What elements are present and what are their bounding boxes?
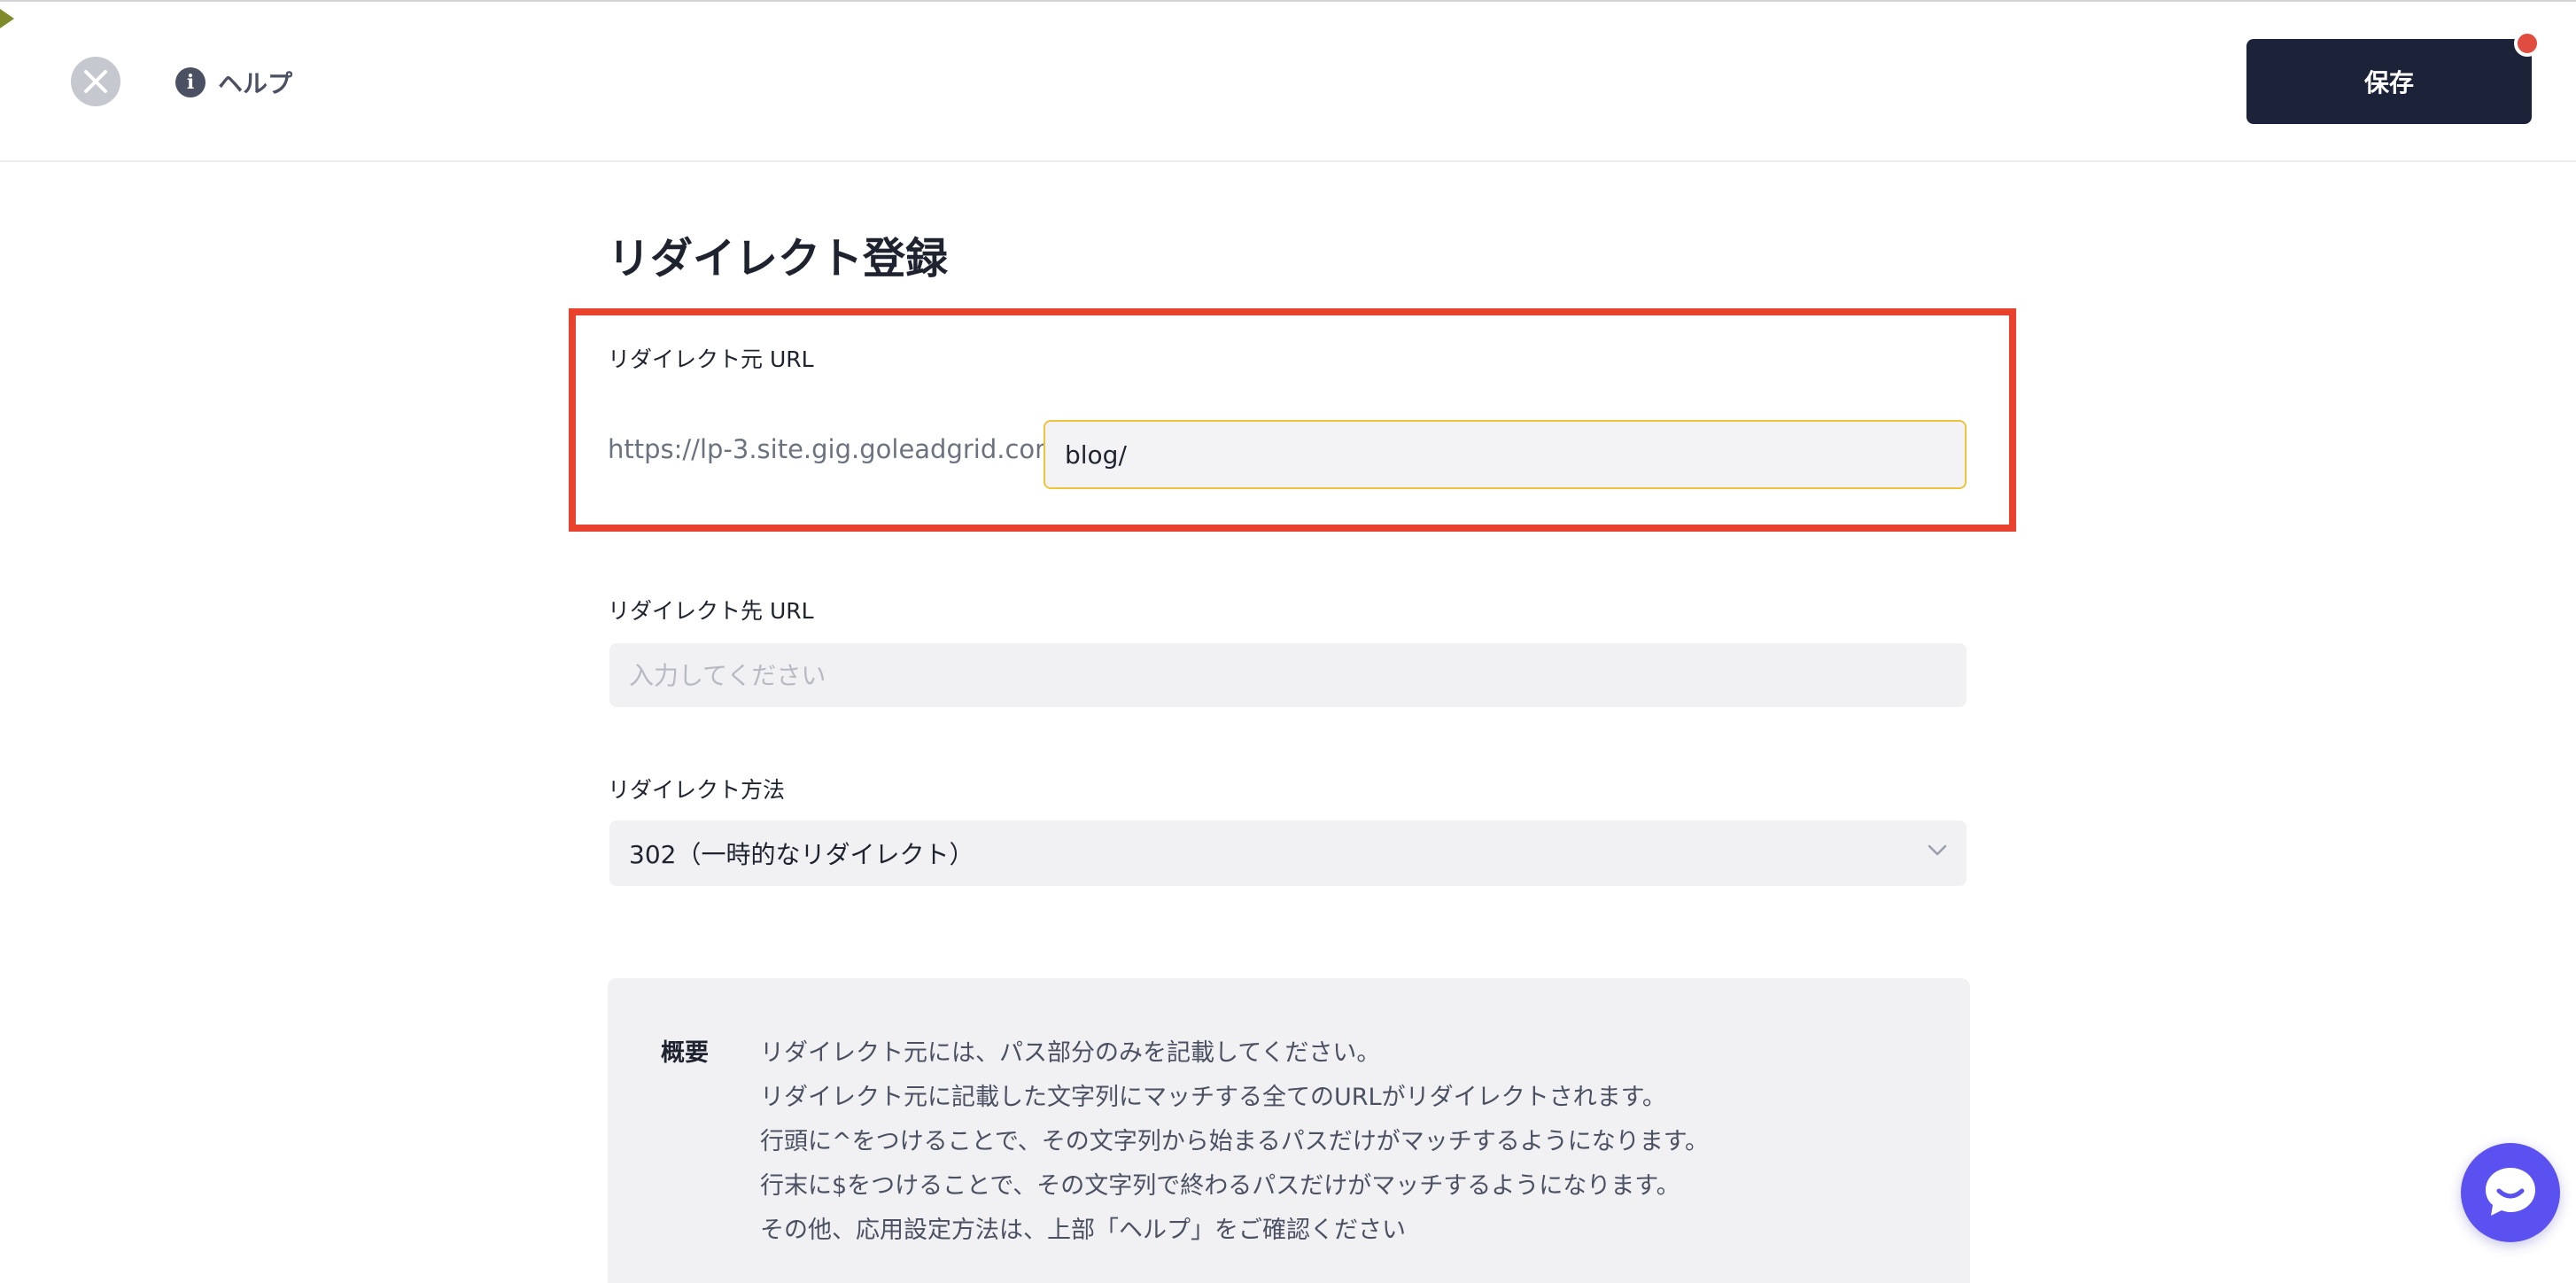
summary-line: 行頭に^をつけることで、その文字列から始まるパスだけがマッチするようになります。	[760, 1128, 1710, 1155]
notification-dot	[2514, 30, 2541, 57]
source-url-prefix: https://lp-3.site.gig.goleadgrid.com/	[608, 434, 1069, 464]
help-link[interactable]: i ヘルプ	[175, 62, 292, 103]
info-icon: i	[175, 67, 206, 97]
destination-url-input[interactable]	[609, 643, 1967, 707]
summary-line: リダイレクト元には、パス部分のみを記載してください。	[760, 1039, 1381, 1067]
summary-text: リダイレクト元には、パス部分のみを記載してください。 リダイレクト元に記載した文…	[760, 1031, 1947, 1253]
close-icon	[84, 70, 107, 93]
summary-line: その他、応用設定方法は、上部「ヘルプ」をご確認ください	[760, 1217, 1406, 1244]
corner-arrow-icon	[0, 9, 14, 28]
chevron-down-icon	[1928, 844, 1947, 856]
save-button[interactable]: 保存	[2246, 39, 2532, 124]
redirect-method-value: 302（一時的なリダイレクト）	[629, 840, 974, 869]
page-title: リダイレクト登録	[608, 234, 949, 284]
chat-icon	[2486, 1168, 2535, 1216]
help-label: ヘルプ	[218, 69, 293, 98]
summary-heading: 概要	[661, 1039, 709, 1067]
redirect-method-select[interactable]: 302（一時的なリダイレクト）	[609, 820, 1967, 886]
summary-line: リダイレクト元に記載した文字列にマッチする全てのURLがリダイレクトされます。	[760, 1084, 1666, 1111]
chat-support-button[interactable]	[2461, 1143, 2560, 1242]
summary-line: 行末に$をつけることで、その文字列で終わるパスだけがマッチするようになります。	[760, 1172, 1680, 1200]
destination-url-label: リダイレクト先 URL	[608, 598, 814, 624]
source-url-label: リダイレクト元 URL	[608, 346, 814, 372]
close-button[interactable]	[71, 57, 120, 106]
source-url-input[interactable]	[1044, 420, 1967, 489]
redirect-method-label: リダイレクト方法	[608, 777, 786, 803]
summary-panel: 概要 リダイレクト元には、パス部分のみを記載してください。 リダイレクト元に記載…	[608, 978, 1970, 1283]
top-header: i ヘルプ 保存	[0, 0, 2576, 162]
top-edge-line	[0, 0, 2576, 2]
redirect-register-page: i ヘルプ 保存 リダイレクト登録 リダイレクト元 URL https://lp…	[0, 0, 2576, 1283]
